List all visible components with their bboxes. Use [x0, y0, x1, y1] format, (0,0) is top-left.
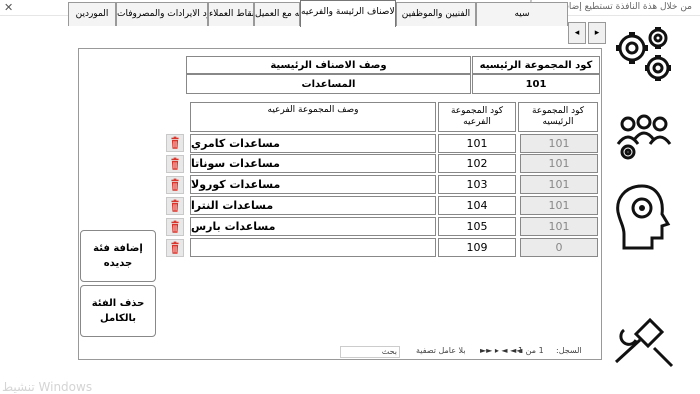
cell-sub-code[interactable]: 101	[438, 134, 516, 153]
record-nav-buttons[interactable]: ◄◄ ◄ ▸ ►►	[480, 346, 522, 358]
tab-item-types[interactable]: انواع الاصناف الرئيسة والفرعيه	[300, 0, 396, 27]
cell-main-code[interactable]: 101	[520, 175, 598, 194]
cell-sub-code[interactable]: 105	[438, 217, 516, 236]
tools-icon[interactable]	[610, 312, 678, 372]
trash-icon	[171, 136, 179, 149]
cell-sub-desc[interactable]: مساعدات سوناتا	[190, 154, 436, 173]
cell-sub-desc[interactable]: مساعدات بارس	[190, 217, 436, 236]
delete-row-button[interactable]	[166, 197, 184, 215]
trash-icon	[171, 241, 179, 254]
record-label: السجل:	[556, 346, 582, 355]
delete-row-button[interactable]	[166, 239, 184, 257]
cell-main-code[interactable]: 101	[520, 154, 598, 173]
tab-agreement-terms[interactable]: شروط الاتفاقيه مع العميل	[254, 2, 300, 26]
search-box[interactable]: بحث	[340, 346, 400, 358]
nav-arrows-icon: ◄◄ ◄ ▸ ►►	[480, 346, 523, 355]
trash-icon	[171, 220, 179, 233]
col-header-sub-code: كود المجموعة الفرعيه	[438, 102, 516, 132]
cell-main-code[interactable]: 0	[520, 238, 598, 257]
main-desc-header: وصف الاصناف الرئيسية	[186, 56, 471, 74]
delete-row-button[interactable]	[166, 134, 184, 152]
cell-sub-code[interactable]: 104	[438, 196, 516, 215]
main-code-header: كود المجموعة الرئيسيه	[472, 56, 600, 74]
main-code-value[interactable]: 101	[472, 74, 600, 94]
tab-scroll-left-button[interactable]: ◂	[568, 22, 586, 44]
arrow-right-icon: ▸	[594, 28, 600, 38]
tab-scroll-right-button[interactable]: ▸	[588, 22, 606, 44]
tab-revenue-expense-items[interactable]: بنود الايرادات والمصروفات	[116, 2, 208, 26]
delete-category-button[interactable]: حذف الفئة بالكامل	[80, 285, 156, 337]
team-settings-icon[interactable]	[614, 110, 674, 166]
tab-other[interactable]: سيه	[476, 2, 568, 26]
cell-sub-desc[interactable]: مساعدات النترا	[190, 196, 436, 215]
delete-row-button[interactable]	[166, 176, 184, 194]
cell-sub-desc[interactable]: مساعدات كامري	[190, 134, 436, 153]
cell-sub-desc[interactable]: مساعدات كورولا	[190, 175, 436, 194]
col-header-main-code: كود المجموعة الرئيسيه	[518, 102, 598, 132]
cell-sub-code[interactable]: 109	[438, 238, 516, 257]
trash-icon	[171, 157, 179, 170]
cell-sub-desc[interactable]	[190, 238, 436, 257]
tab-technicians-employees[interactable]: الفنيين والموظفين	[396, 2, 476, 26]
side-icons	[606, 16, 700, 392]
cell-main-code[interactable]: 101	[520, 134, 598, 153]
record-position[interactable]: 1 من 1	[518, 346, 544, 358]
cell-sub-code[interactable]: 102	[438, 154, 516, 173]
gears-icon[interactable]	[610, 22, 678, 92]
delete-row-button[interactable]	[166, 218, 184, 236]
add-category-button[interactable]: إضافة فئة جديده	[80, 230, 156, 282]
cell-main-code[interactable]: 101	[520, 196, 598, 215]
trash-icon	[171, 178, 179, 191]
delete-row-button[interactable]	[166, 155, 184, 173]
brain-gear-icon[interactable]	[612, 182, 676, 252]
tab-customer-points[interactable]: نقاط العملاء	[208, 2, 254, 26]
cell-sub-code[interactable]: 103	[438, 175, 516, 194]
tab-suppliers[interactable]: الموردين	[68, 2, 116, 26]
close-icon[interactable]: ✕	[4, 1, 13, 15]
main-desc-value[interactable]: المساعدات	[186, 74, 471, 94]
filter-status[interactable]: بلا عامل تصفية	[416, 346, 466, 358]
col-header-sub-desc: وصف المجموعة الفرعيه	[190, 102, 436, 132]
cell-main-code[interactable]: 101	[520, 217, 598, 236]
arrow-left-icon: ◂	[574, 28, 580, 38]
trash-icon	[171, 199, 179, 212]
